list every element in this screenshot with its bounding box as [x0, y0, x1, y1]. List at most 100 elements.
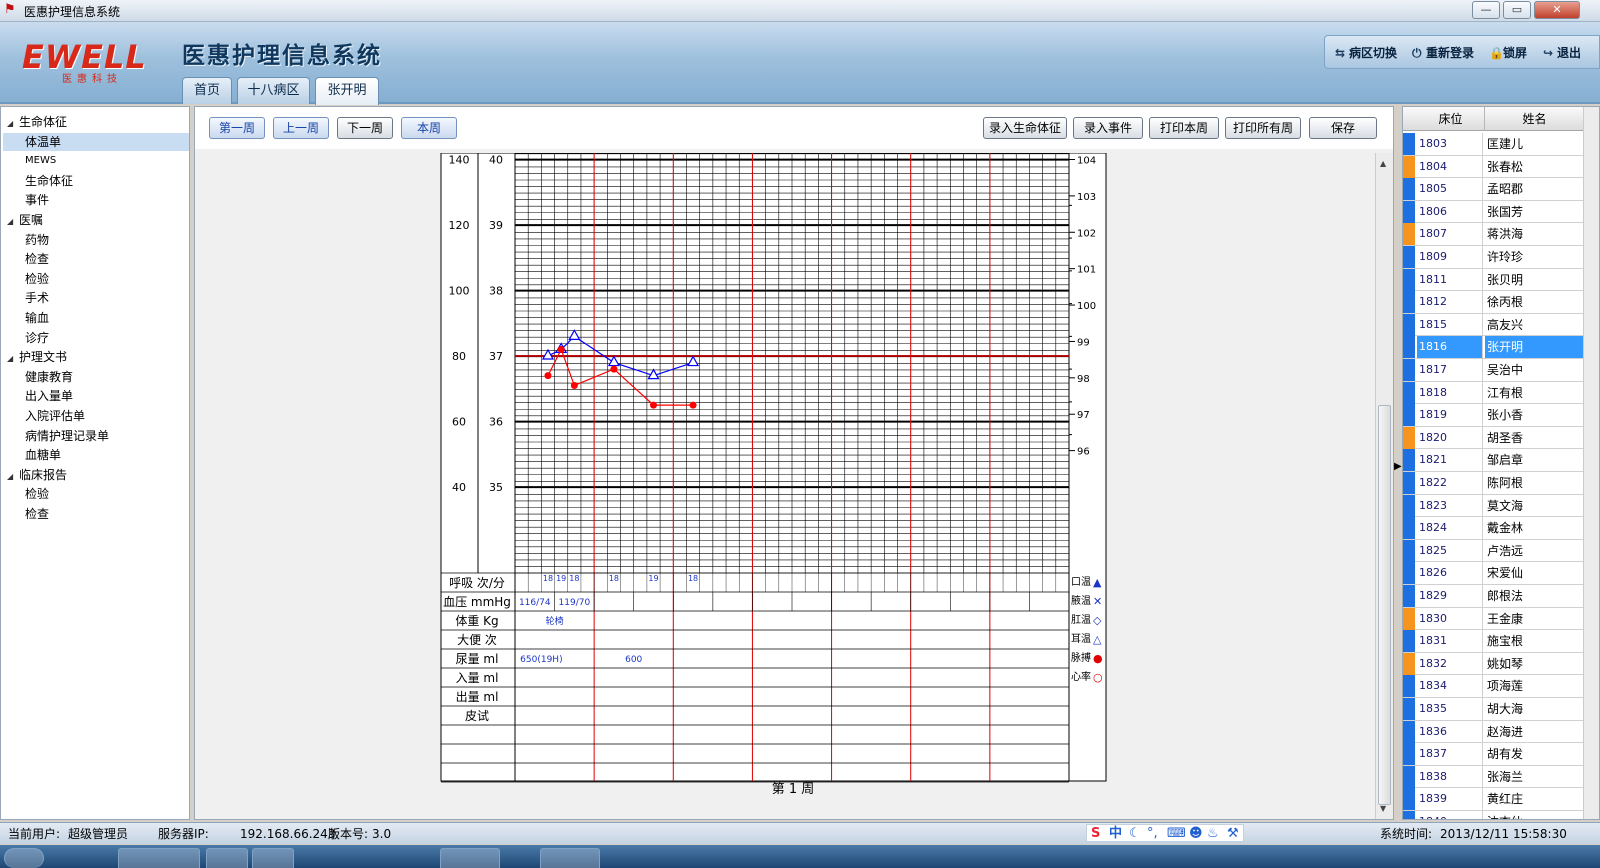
print-all-button[interactable]: 打印所有周	[1225, 117, 1301, 139]
patient-row[interactable]: 1835 胡大海	[1403, 698, 1585, 721]
punct-icon[interactable]: °,	[1147, 825, 1158, 843]
patient-row[interactable]: 1822 陈阿根	[1403, 472, 1585, 495]
patient-row[interactable]: 1812 徐丙根	[1403, 291, 1585, 314]
tree-item[interactable]: 血糖单	[25, 446, 61, 464]
ime-mode-icon[interactable]: 中	[1109, 825, 1122, 843]
tree-expand-icon[interactable]: ◢	[7, 350, 19, 368]
patient-row[interactable]: 1807 蒋洪海	[1403, 223, 1585, 246]
patient-row[interactable]: 1818 江有根	[1403, 381, 1585, 405]
tree-item[interactable]: 出入量单	[25, 387, 73, 405]
patient-row[interactable]: 1832 姚如琴	[1403, 652, 1585, 676]
tree-group[interactable]: ◢ 临床报告	[7, 466, 67, 484]
tree-item[interactable]: 病情护理记录单	[25, 427, 109, 445]
collapse-arrow-icon[interactable]: ▶	[1394, 461, 1402, 472]
taskbar-item[interactable]	[118, 848, 200, 868]
taskbar-item[interactable]	[252, 848, 294, 868]
patient-name: 施宝根	[1487, 634, 1524, 649]
tree-item[interactable]: 输血	[25, 309, 49, 327]
col-name[interactable]: 姓名	[1485, 107, 1585, 131]
ime-toolbar[interactable]: S 中 ☾ °, ⌨ ☻ ♨ ⚒	[1086, 824, 1244, 842]
tree-item[interactable]: 体温单	[3, 132, 189, 151]
scroll-down-icon[interactable]: ▼	[1380, 804, 1386, 813]
tree-group[interactable]: ◢ 护理文书	[7, 348, 67, 366]
patient-row[interactable]: 1817 吴治中	[1403, 359, 1585, 382]
first-week-button[interactable]: 第一周	[209, 117, 265, 139]
patient-row[interactable]: 1815 高友兴	[1403, 313, 1585, 337]
tree-item[interactable]: 事件	[25, 191, 49, 209]
switch-ward-button[interactable]: ⇆ 病区切换	[1335, 44, 1397, 61]
print-week-button[interactable]: 打印本周	[1149, 117, 1219, 139]
patient-row[interactable]: 1826 宋爱仙	[1403, 562, 1585, 585]
patient-row[interactable]: 1820 胡圣香	[1403, 426, 1585, 450]
enter-vitals-button[interactable]: 录入生命体征	[983, 117, 1067, 139]
tree-item[interactable]: 手术	[25, 289, 49, 307]
tab-patient[interactable]: 张开明	[315, 77, 379, 105]
next-week-button[interactable]: 下一周	[337, 117, 393, 139]
chart-scrollbar[interactable]: ▲ ▼	[1375, 153, 1393, 819]
save-button[interactable]: 保存	[1309, 117, 1377, 139]
tree-expand-icon[interactable]: ◢	[7, 468, 19, 486]
panel-splitter[interactable]: ▶	[1394, 106, 1402, 820]
tab-ward-18[interactable]: 十八病区	[237, 77, 310, 104]
patient-row[interactable]: 1819 张小香	[1403, 404, 1585, 427]
taskbar-item[interactable]	[540, 848, 600, 868]
patient-row[interactable]: 1825 卢浩远	[1403, 539, 1585, 563]
patient-row[interactable]: 1831 施宝根	[1403, 630, 1585, 653]
tree-group[interactable]: ◢ 医嘱	[7, 211, 43, 229]
tree-item[interactable]: 健康教育	[25, 368, 73, 386]
patient-row[interactable]: 1834 项海莲	[1403, 675, 1585, 698]
tree-item[interactable]: 诊疗	[25, 329, 49, 347]
keyboard-icon[interactable]: ⌨	[1167, 825, 1186, 843]
scroll-up-icon[interactable]: ▲	[1380, 159, 1386, 168]
tree-item[interactable]: 生命体征	[25, 172, 73, 190]
patient-row[interactable]: 1836 赵海进	[1403, 720, 1585, 744]
patient-row[interactable]: 1840沈杏仙	[1403, 811, 1585, 819]
patient-row[interactable]: 1816 张开明	[1403, 336, 1585, 359]
patient-row[interactable]: 1829 郎根法	[1403, 585, 1585, 608]
patient-row[interactable]: 1804 张春松	[1403, 155, 1585, 179]
tree-expand-icon[interactable]: ◢	[7, 213, 19, 231]
patient-row[interactable]: 1838 张海兰	[1403, 765, 1585, 789]
tree-item[interactable]: 检查	[25, 250, 49, 268]
patient-row[interactable]: 1830 王金康	[1403, 607, 1585, 631]
patient-list-scrollbar[interactable]	[1583, 107, 1599, 819]
enter-event-button[interactable]: 录入事件	[1073, 117, 1143, 139]
patient-row[interactable]: 1809 许玲珍	[1403, 246, 1585, 269]
start-button[interactable]	[4, 848, 44, 868]
close-button[interactable]: ✕	[1534, 1, 1580, 19]
patient-row[interactable]: 1803 匡建儿	[1403, 133, 1585, 156]
patient-row[interactable]: 1821 邹启章	[1403, 449, 1585, 472]
relogin-button[interactable]: ⏻ 重新登录	[1412, 44, 1474, 61]
tree-item[interactable]: 检验	[25, 270, 49, 288]
tree-group[interactable]: ◢ 生命体征	[7, 113, 67, 131]
restore-button[interactable]: ▭	[1503, 1, 1531, 19]
moon-icon[interactable]: ☾	[1129, 825, 1141, 843]
tree-item[interactable]: 药物	[25, 231, 49, 249]
lock-screen-button[interactable]: 🔒锁屏	[1489, 44, 1527, 61]
skin-icon[interactable]: ♨	[1207, 825, 1219, 843]
patient-row[interactable]: 1823 莫文海	[1403, 494, 1585, 518]
this-week-button[interactable]: 本周	[401, 117, 457, 139]
tab-home[interactable]: 首页	[182, 77, 232, 104]
scroll-thumb[interactable]	[1378, 405, 1391, 805]
taskbar-item[interactable]	[440, 848, 500, 868]
tree-item[interactable]: 入院评估单	[25, 407, 85, 425]
patient-row[interactable]: 1824 戴金林	[1403, 517, 1585, 540]
patient-row[interactable]: 1837 胡有发	[1403, 743, 1585, 766]
prev-week-button[interactable]: 上一周	[273, 117, 329, 139]
minimize-button[interactable]: —	[1472, 1, 1500, 19]
patient-row[interactable]: 1805 孟昭郡	[1403, 178, 1585, 201]
taskbar-item[interactable]	[206, 848, 248, 868]
tree-item[interactable]: 检查	[25, 505, 49, 523]
patient-row[interactable]: 1811 张贝明	[1403, 268, 1585, 292]
wrench-icon[interactable]: ⚒	[1227, 825, 1239, 843]
tree-item[interactable]: MEWS	[25, 152, 56, 170]
tree-item[interactable]: 检验	[25, 485, 49, 503]
user-icon[interactable]: ☻	[1189, 825, 1203, 843]
tree-expand-icon[interactable]: ◢	[7, 115, 19, 133]
patient-row[interactable]: 1839 黄红庄	[1403, 788, 1585, 811]
patient-row[interactable]: 1806 张国芳	[1403, 200, 1585, 224]
exit-button[interactable]: ↪ 退出	[1543, 44, 1581, 61]
col-bed[interactable]: 床位	[1417, 107, 1485, 131]
ime-logo-icon[interactable]: S	[1091, 825, 1100, 843]
